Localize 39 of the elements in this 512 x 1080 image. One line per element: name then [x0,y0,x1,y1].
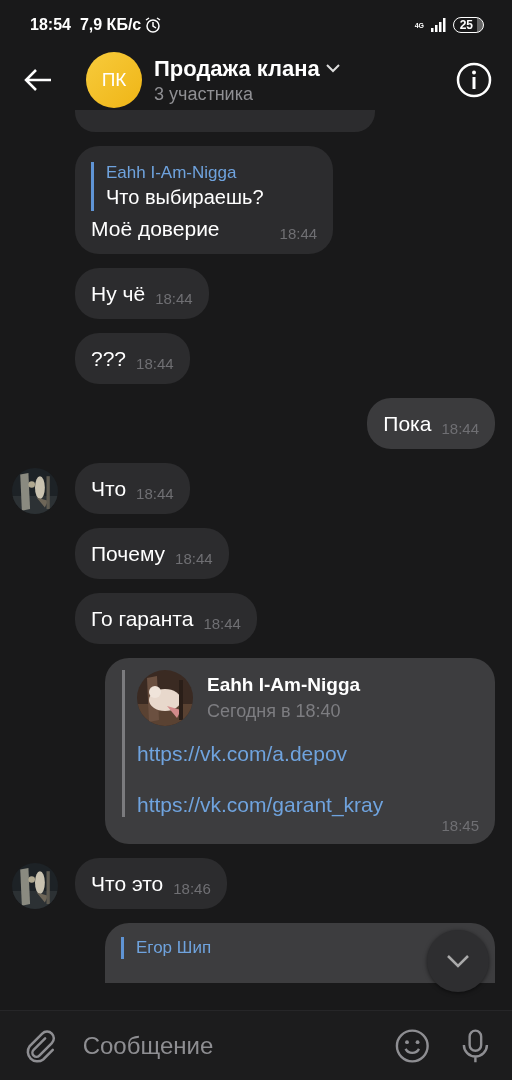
reply-quote[interactable]: Егор Шип [121,937,212,959]
paperclip-icon[interactable] [24,1028,57,1063]
back-arrow-icon[interactable] [24,68,52,92]
link[interactable]: https://vk.com/a.depov [137,742,348,766]
message-time: 18:44 [279,224,318,244]
message-time: 18:44 [155,289,193,309]
message-time: 18:44 [175,549,213,569]
signal-icon [430,18,447,32]
message-time: 18:44 [136,484,174,504]
message-text: Пока [383,411,432,437]
quote-author: Егор Шип [136,937,212,959]
microphone-icon[interactable] [461,1027,490,1064]
quote-text: Что выбираешь? [106,185,265,210]
message-text: Почему [91,541,166,567]
message-time: 18:46 [173,879,211,899]
message-text: Моё доверие [91,216,220,242]
alarm-icon [144,16,163,34]
message-text: Что это [91,871,164,897]
battery-indicator: 25 [452,17,484,33]
message-time: 18:44 [136,354,174,374]
reply-quote[interactable]: Eahh I-Am-Nigga Что выбираешь? [91,162,318,211]
message-time: 18:44 [203,614,241,634]
chat-title[interactable]: Продажа клана [154,55,320,82]
message-text: Ну чё [91,281,146,307]
message-text: Что [91,476,127,502]
chevron-down-icon [446,954,470,968]
info-icon[interactable] [456,62,492,98]
message-text: ??? [91,346,127,372]
clock-time: 18:54 [30,16,71,34]
member-count: 3 участника [154,83,254,105]
emoji-icon[interactable] [394,1027,430,1064]
link[interactable]: https://vk.com/garant_kray [137,793,384,817]
chevron-down-icon[interactable] [325,64,340,73]
network-speed: 7,9 КБ/с [79,16,142,34]
sender-name[interactable]: Eahh I-Am-Nigga [207,672,361,698]
quote-author: Eahh I-Am-Nigga [106,162,238,184]
sent-date: Сегодня в 18:40 [207,700,342,723]
message-input-field[interactable]: Сообщение [80,1024,395,1067]
message-text: Го гаранта [91,606,194,632]
